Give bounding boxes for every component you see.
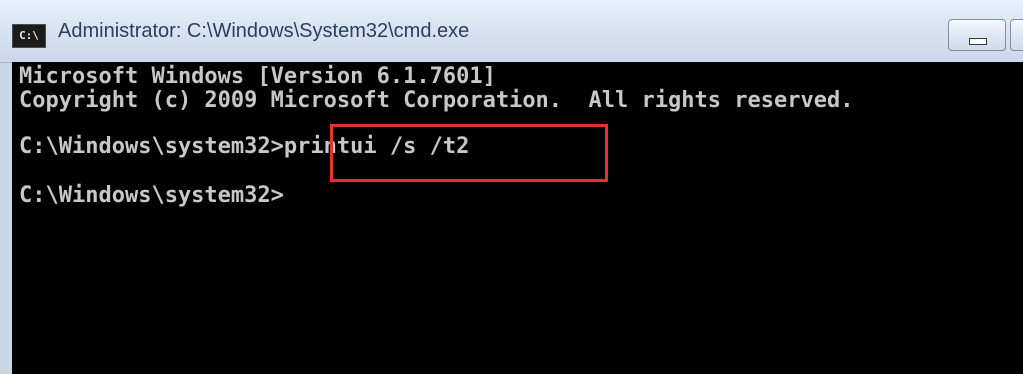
minimize-icon (969, 38, 987, 45)
console-line: Copyright (c) 2009 Microsoft Corporation… (19, 88, 854, 113)
minimize-button[interactable] (948, 19, 1006, 51)
cmd-app-icon[interactable]: C:\ (12, 24, 46, 48)
console-output[interactable]: Microsoft Windows [Version 6.1.7601] Cop… (12, 62, 1023, 374)
maximize-button[interactable] (1010, 19, 1023, 51)
console-line: Microsoft Windows [Version 6.1.7601] (19, 64, 496, 89)
window-title: Administrator: C:\Windows\System32\cmd.e… (58, 20, 470, 42)
command-highlight-box (330, 124, 608, 182)
title-bar[interactable]: C:\ Administrator: C:\Windows\System32\c… (0, 0, 1023, 63)
cmd-window: C:\ Administrator: C:\Windows\System32\c… (0, 0, 1023, 374)
console-prompt: C:\Windows\system32> (19, 183, 284, 208)
